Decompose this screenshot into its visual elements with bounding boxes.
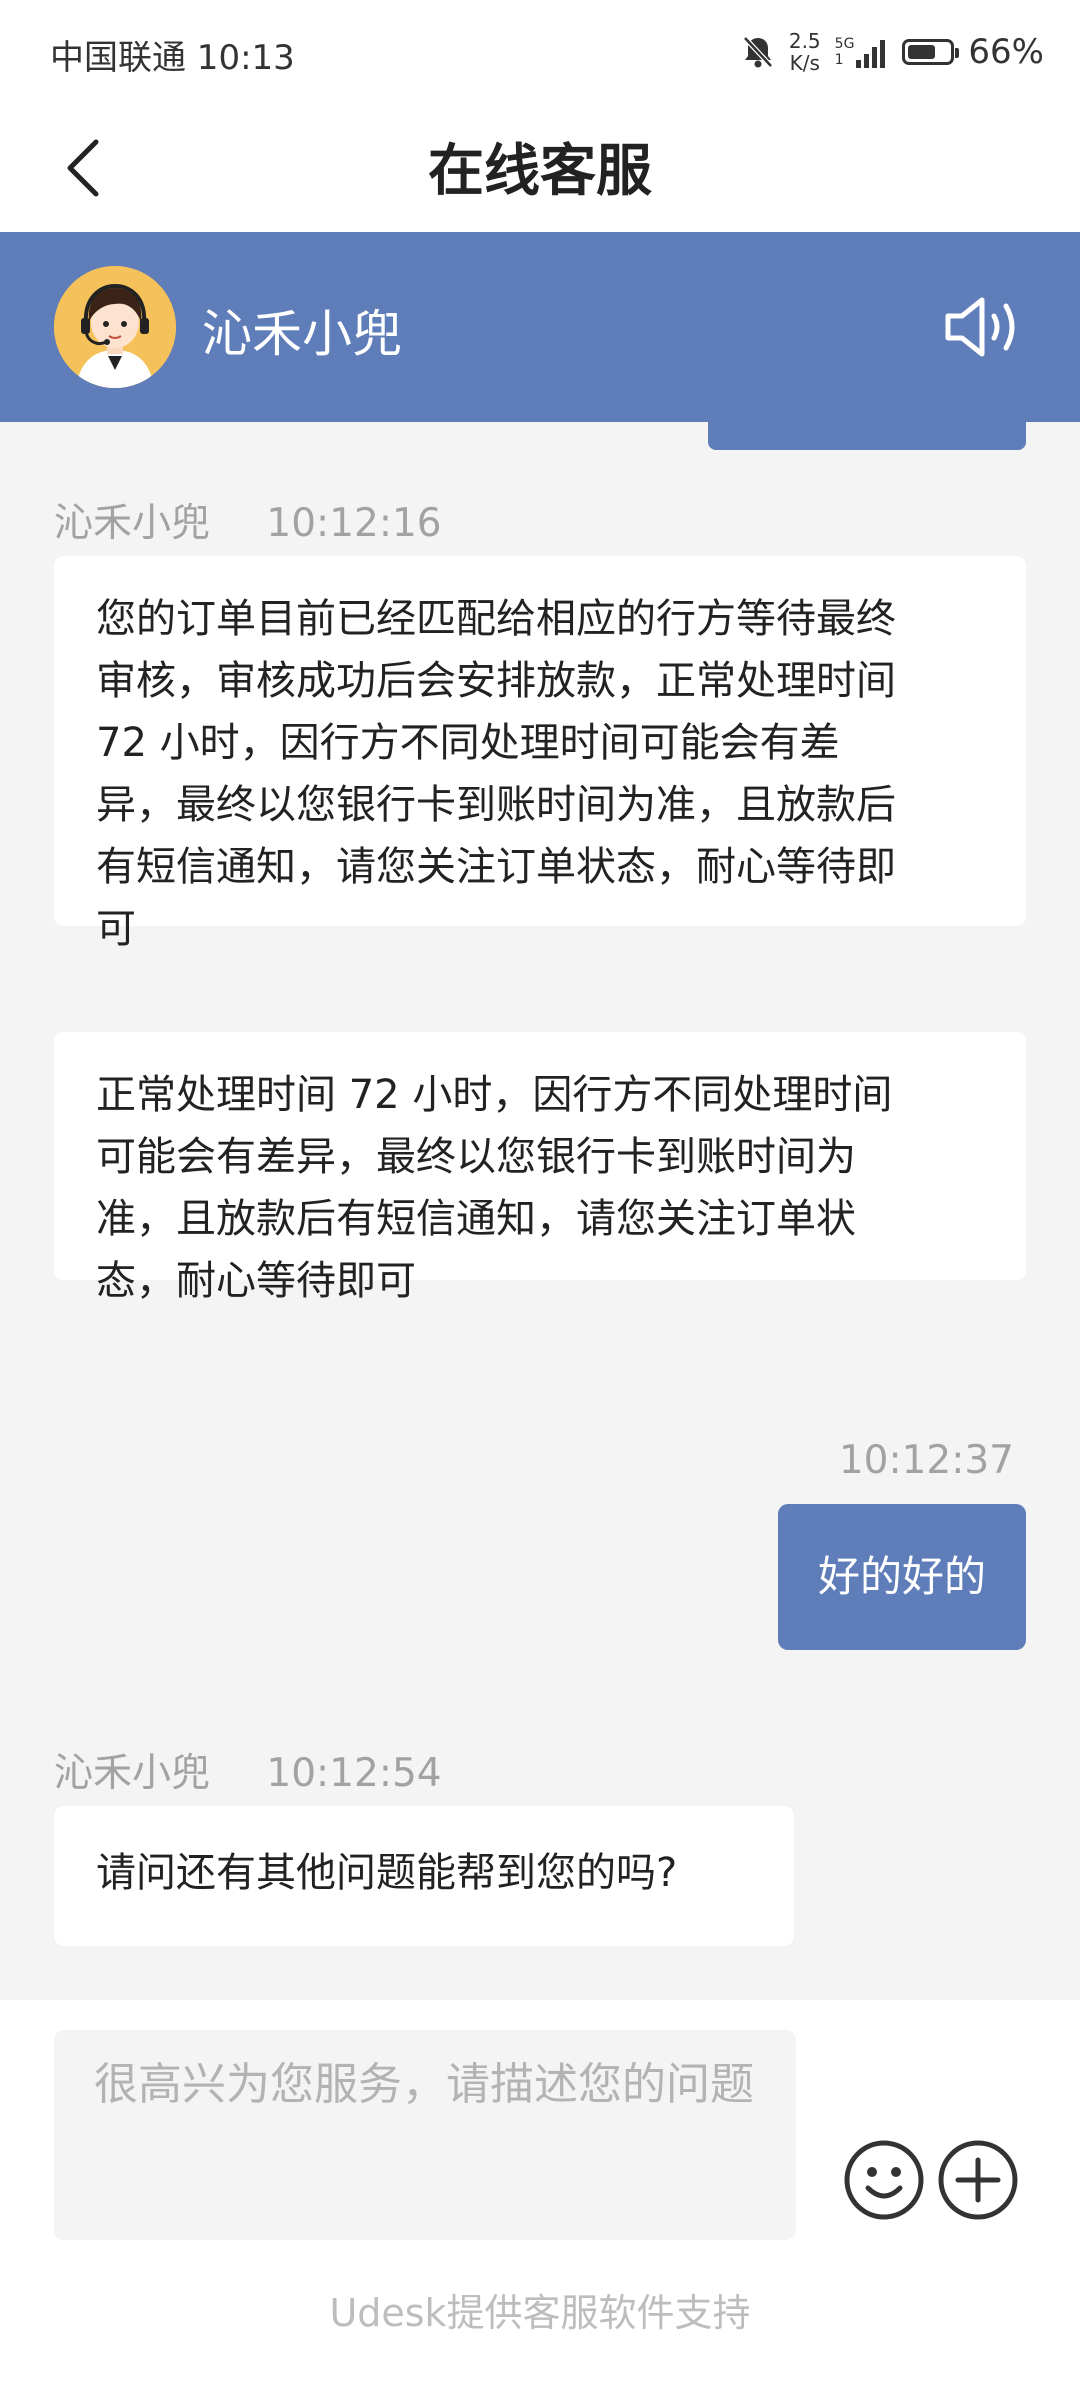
agent-message-bubble[interactable]: 请问还有其他问题能帮到您的吗? (54, 1806, 794, 1946)
signal-label-bottom: 1 (834, 52, 844, 68)
signal-label-top: 5G (834, 36, 855, 52)
page-title: 在线客服 (428, 139, 652, 204)
emoji-icon[interactable] (842, 2138, 926, 2222)
input-area: 很高兴为您服务，请描述您的问题 Udesk提供客服软件支持 (0, 2000, 1080, 2400)
message-line: 准，且放款后有短信通知，请您关注订单状 (96, 1196, 856, 1242)
speaker-icon[interactable] (942, 292, 1024, 362)
status-icons: 2.5 K/s 5G 1 66% (741, 28, 1044, 76)
agent-header: 沁禾小兜 (0, 232, 1080, 422)
signal-icon (856, 40, 886, 68)
message-line: 态，耐心等待即可 (96, 1258, 416, 1304)
message-line: 可能会有差异，最终以您银行卡到账时间为 (96, 1134, 856, 1180)
message-line: 可 (96, 906, 136, 952)
plus-circle-icon[interactable] (936, 2138, 1020, 2222)
message-line: 72 小时，因行方不同处理时间可能会有差 (96, 720, 840, 766)
nav-bar: 在线客服 (0, 104, 1080, 232)
headset-agent-avatar (54, 266, 176, 388)
message-line: 有短信通知，请您关注订单状态，耐心等待即 (96, 844, 896, 890)
user-message-bubble[interactable]: 好的好的 (777, 1504, 1026, 1650)
battery-icon (902, 39, 960, 65)
message-time: 10:12:37 (838, 1438, 1014, 1483)
agent-name: 沁禾小兜 (202, 305, 402, 363)
message-line: 审核，审核成功后会安排放款，正常处理时间 (96, 658, 896, 704)
message-time: 10:12:16 (266, 501, 442, 546)
message-line: 正常处理时间 72 小时，因行方不同处理时间 (96, 1072, 893, 1118)
signal-group: 5G 1 (835, 36, 889, 68)
battery-percent: 66% (968, 32, 1044, 72)
footer-credit: Udesk提供客服软件支持 (329, 2291, 751, 2335)
status-bar: 中国联通 10:13 2.5 K/s 5G 1 66% (0, 0, 1080, 104)
net-speed: 2.5 K/s (789, 30, 821, 74)
message-meta: 沁禾小兜 10:12:16 (54, 492, 442, 548)
message-time: 10:12:54 (266, 1751, 442, 1796)
chat-area[interactable]: 沁禾小兜 10:12:16 您的订单目前已经匹配给相应的行方等待最终 审核，审核… (0, 422, 1080, 2000)
message-meta: 沁禾小兜 10:12:54 (54, 1742, 442, 1798)
message-input[interactable]: 很高兴为您服务，请描述您的问题 (54, 2030, 796, 2240)
previous-user-bubble (708, 422, 1026, 450)
carrier-time: 中国联通 10:13 (50, 38, 295, 78)
message-line: 异，最终以您银行卡到账时间为准，且放款后 (96, 782, 896, 828)
bell-muted-icon (743, 36, 773, 68)
net-speed-value: 2.5 (788, 29, 821, 53)
net-speed-unit: K/s (789, 51, 820, 75)
signal-label: 5G 1 (835, 36, 855, 68)
avatar-illustration (54, 266, 176, 388)
agent-message-bubble[interactable]: 正常处理时间 72 小时，因行方不同处理时间 可能会有差异，最终以您银行卡到账时… (54, 1032, 1026, 1304)
battery-fill (908, 45, 935, 59)
sender-name: 沁禾小兜 (54, 1751, 211, 1796)
sender-name: 沁禾小兜 (54, 501, 211, 546)
agent-message-bubble[interactable]: 您的订单目前已经匹配给相应的行方等待最终 审核，审核成功后会安排放款，正常处理时… (54, 556, 1026, 952)
message-line: 您的订单目前已经匹配给相应的行方等待最终 (96, 596, 896, 642)
